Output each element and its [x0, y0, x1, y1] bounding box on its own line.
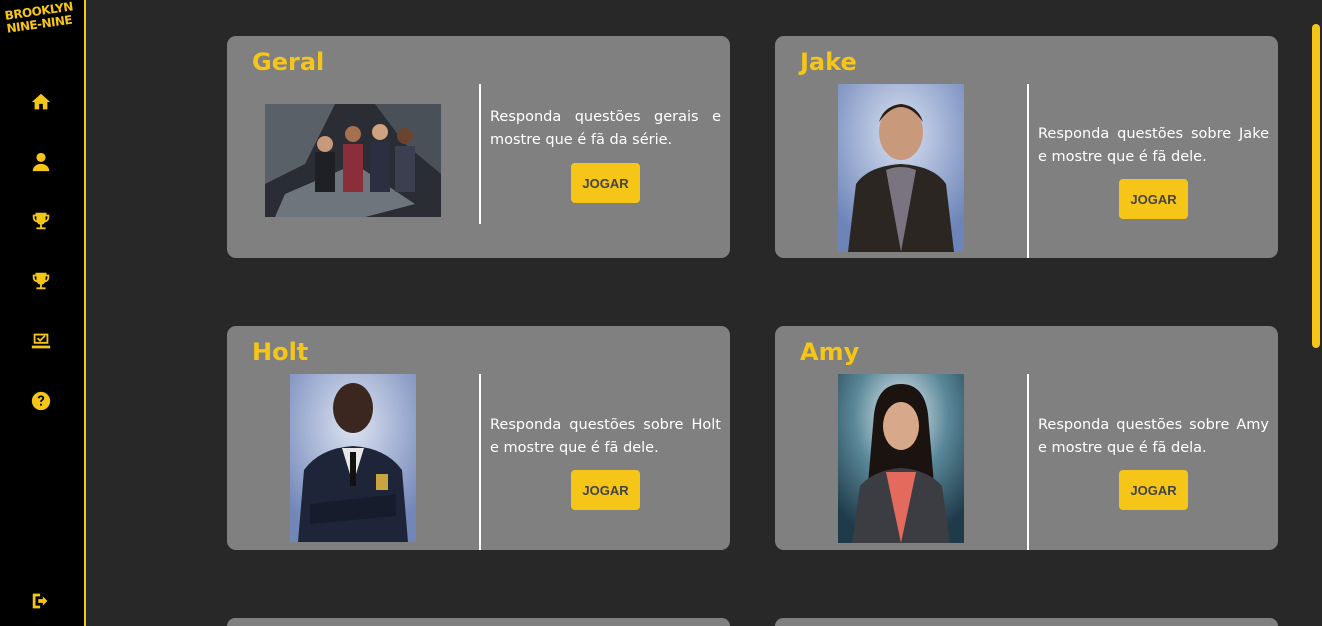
quiz-card-geral: Geral Responda questões gerais e mostre … — [227, 36, 730, 258]
quiz-card-amy: Amy Responda questões sobre Amy e mostre… — [775, 326, 1278, 550]
cast-photo — [265, 104, 441, 217]
inbox-check-icon[interactable] — [28, 328, 54, 354]
card-divider — [479, 374, 481, 550]
play-button[interactable]: JOGAR — [1119, 179, 1188, 219]
quiz-card-jake: Jake Responda questões sobre Jake e most… — [775, 36, 1278, 258]
card-divider — [1027, 84, 1029, 258]
quiz-card-holt: Holt Responda questões sobre Holt e most… — [227, 326, 730, 550]
play-button[interactable]: JOGAR — [1119, 470, 1188, 510]
trophy-icon[interactable] — [28, 208, 54, 234]
help-icon[interactable] — [28, 388, 54, 414]
card-divider — [479, 84, 481, 224]
sidebar: BROOKLYN NINE-NINE — [0, 0, 86, 626]
quiz-card-partial — [227, 618, 730, 626]
card-description: Responda questões sobre Amy e mostre que… — [1038, 417, 1269, 456]
user-icon[interactable] — [28, 149, 54, 175]
card-description: Responda questões sobre Holt e mostre qu… — [490, 417, 721, 456]
logout-icon[interactable] — [28, 588, 54, 614]
card-description: Responda questões gerais e mostre que é … — [490, 109, 721, 148]
card-title: Holt — [252, 338, 309, 366]
holt-photo — [290, 374, 416, 542]
amy-photo — [838, 374, 964, 543]
card-title: Geral — [252, 48, 325, 76]
jake-photo — [838, 84, 964, 252]
card-divider — [1027, 374, 1029, 550]
play-button[interactable]: JOGAR — [571, 470, 640, 510]
brooklyn-nine-nine-logo[interactable]: BROOKLYN NINE-NINE — [4, 0, 89, 54]
trophy-icon[interactable] — [28, 268, 54, 294]
card-title: Amy — [800, 338, 860, 366]
scrollbar-thumb[interactable] — [1312, 24, 1320, 348]
card-title: Jake — [800, 48, 857, 76]
card-description: Responda questões sobre Jake e mostre qu… — [1038, 126, 1269, 165]
home-icon[interactable] — [28, 89, 54, 115]
quiz-card-partial — [775, 618, 1278, 626]
play-button[interactable]: JOGAR — [571, 163, 640, 203]
